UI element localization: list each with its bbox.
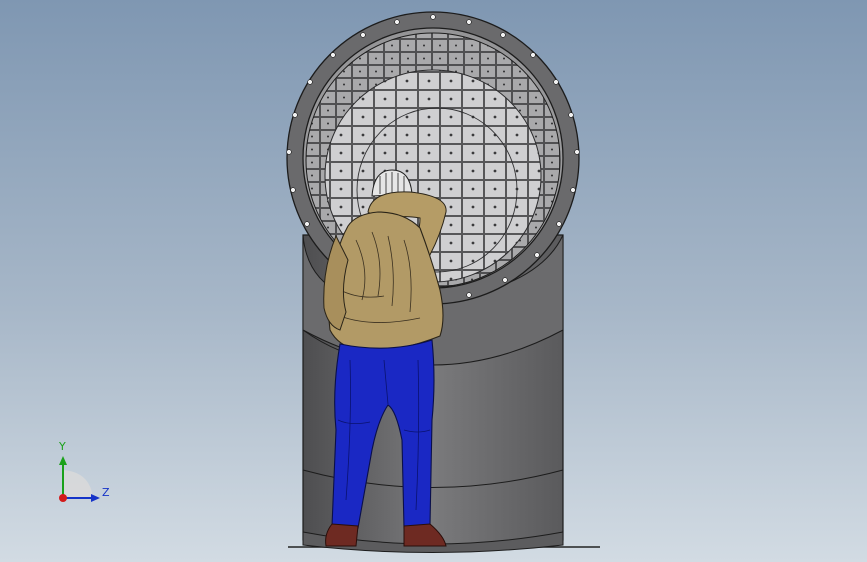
model-view[interactable] (0, 0, 867, 562)
graphics-viewport[interactable]: Y Z (0, 0, 867, 562)
worker-left-boot[interactable] (325, 523, 359, 547)
view-triad-icon[interactable]: Y Z (50, 440, 120, 510)
triad-y-arrow (59, 456, 67, 465)
triad-plane (63, 470, 93, 498)
triad-z-arrow (91, 494, 100, 502)
triad-z-label: Z (102, 486, 110, 499)
triad-x-axis (59, 494, 67, 502)
triad-y-label: Y (59, 440, 66, 453)
